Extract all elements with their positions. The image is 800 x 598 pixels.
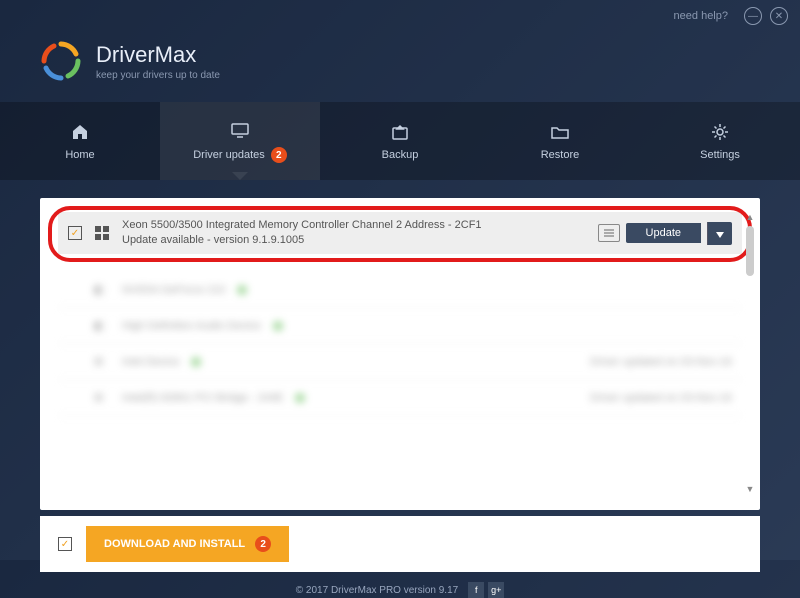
nav-restore[interactable]: Restore	[480, 102, 640, 180]
nav-settings[interactable]: Settings	[640, 102, 800, 180]
updates-badge: 2	[271, 147, 287, 163]
details-button[interactable]	[598, 224, 620, 242]
select-all-checkbox[interactable]: ✓	[58, 537, 72, 551]
driver-list-panel: ✓ Xeon 5500/3500 Integrated Memory Contr…	[40, 198, 760, 510]
list-item: ◧ NVIDIA GeForce 210	[58, 272, 742, 308]
driver-row[interactable]: ✓ Xeon 5500/3500 Integrated Memory Contr…	[58, 212, 742, 254]
scroll-thumb[interactable]	[746, 226, 754, 276]
help-link[interactable]: need help?	[674, 10, 728, 22]
app-logo-icon	[40, 40, 82, 82]
footer: © 2017 DriverMax PRO version 9.17 f g+	[0, 582, 800, 598]
bottom-bar: ✓ DOWNLOAD AND INSTALL 2	[40, 516, 760, 572]
download-badge: 2	[255, 536, 271, 552]
list-item: ⊞ Intel Device Driver updated on 03-Nov-…	[58, 344, 742, 380]
scroll-down-icon[interactable]: ▼	[744, 484, 756, 496]
list-item: ◧ High Definition Audio Device	[58, 308, 742, 344]
header: DriverMax keep your drivers up to date	[0, 32, 800, 102]
copyright-text: © 2017 DriverMax PRO version 9.17	[296, 585, 458, 596]
nav-label: Driver updates	[193, 149, 265, 161]
windows-icon	[94, 225, 110, 241]
list-item: ⊞ Intel(R) 82801 PCI Bridge - 244E Drive…	[58, 380, 742, 416]
monitor-icon	[229, 119, 251, 141]
google-plus-icon[interactable]: g+	[488, 582, 504, 598]
app-title: DriverMax	[96, 42, 220, 68]
gear-icon	[709, 121, 731, 143]
driver-title: Xeon 5500/3500 Integrated Memory Control…	[122, 218, 586, 233]
nav-label: Restore	[541, 149, 580, 161]
title-bar: need help? — ✕	[0, 0, 800, 32]
close-button[interactable]: ✕	[770, 7, 788, 25]
download-label: DOWNLOAD AND INSTALL	[104, 538, 245, 550]
minimize-button[interactable]: —	[744, 7, 762, 25]
driver-info: Xeon 5500/3500 Integrated Memory Control…	[122, 218, 586, 249]
update-dropdown[interactable]	[707, 222, 732, 245]
nav-label: Home	[65, 149, 94, 161]
scrollbar[interactable]: ▲ ▼	[744, 212, 756, 496]
nav-label: Backup	[382, 149, 419, 161]
scroll-up-icon[interactable]: ▲	[744, 212, 756, 224]
backup-icon	[389, 121, 411, 143]
folder-icon	[549, 121, 571, 143]
blurred-drivers: ◧ NVIDIA GeForce 210 ◧ High Definition A…	[58, 272, 742, 416]
download-install-button[interactable]: DOWNLOAD AND INSTALL 2	[86, 526, 289, 562]
nav-backup[interactable]: Backup	[320, 102, 480, 180]
nav-home[interactable]: Home	[0, 102, 160, 180]
navbar: Home Driver updates 2 Backup Restore Set…	[0, 102, 800, 180]
app-tagline: keep your drivers up to date	[96, 70, 220, 81]
facebook-icon[interactable]: f	[468, 582, 484, 598]
home-icon	[69, 121, 91, 143]
nav-driver-updates[interactable]: Driver updates 2	[160, 102, 320, 180]
driver-status: Update available - version 9.1.9.1005	[122, 233, 586, 248]
update-button[interactable]: Update	[626, 223, 701, 243]
driver-checkbox[interactable]: ✓	[68, 226, 82, 240]
nav-label: Settings	[700, 149, 740, 161]
